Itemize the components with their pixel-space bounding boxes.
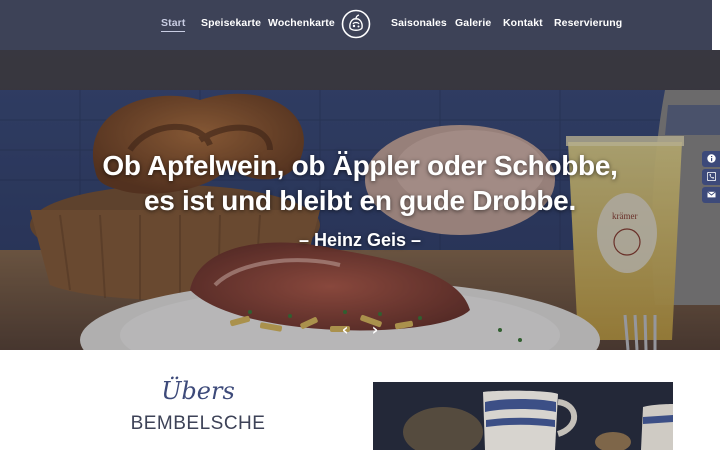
chevron-right-icon: › <box>371 320 379 339</box>
phone-side-button[interactable] <box>702 169 720 185</box>
nav-item-start[interactable]: Start <box>161 17 186 32</box>
nav-item-saisonales[interactable]: Saisonales <box>391 17 447 29</box>
nav-item-wochenkarte[interactable]: Wochenkarte <box>268 17 335 29</box>
window-edge <box>712 0 720 50</box>
phone-icon <box>707 172 716 181</box>
email-side-button[interactable] <box>702 187 720 203</box>
apple-jug-logo-icon <box>341 9 371 39</box>
envelope-icon <box>707 191 716 198</box>
bembel-jug-photo <box>373 382 673 450</box>
nav-item-speisekarte[interactable]: Speisekarte <box>201 17 261 29</box>
section-title-script: Übers <box>161 377 235 405</box>
info-icon <box>707 154 716 163</box>
slider-prev-button[interactable]: ‹ <box>338 322 352 338</box>
nav-item-galerie[interactable]: Galerie <box>455 17 491 29</box>
chevron-left-icon: ‹ <box>341 320 349 339</box>
section-jug-photo <box>373 382 673 450</box>
main-navbar: Start Speisekarte Wochenkarte Saisonales… <box>0 0 712 50</box>
nav-item-reservierung[interactable]: Reservierung <box>554 17 622 29</box>
info-side-button[interactable] <box>702 151 720 167</box>
slider-next-button[interactable]: › <box>368 322 382 338</box>
hero-quote-line1: Ob Apfelwein, ob Äppler oder Schobbe, <box>102 150 618 181</box>
section-subtitle: BEMBELSCHE <box>130 413 266 434</box>
logo-home-link[interactable] <box>341 9 371 39</box>
nav-item-kontakt[interactable]: Kontakt <box>503 17 543 29</box>
hero-quote-author: – Heinz Geis – <box>298 230 422 250</box>
hero-quote-line2: es ist und bleibt en gude Drobbe. <box>144 185 576 216</box>
